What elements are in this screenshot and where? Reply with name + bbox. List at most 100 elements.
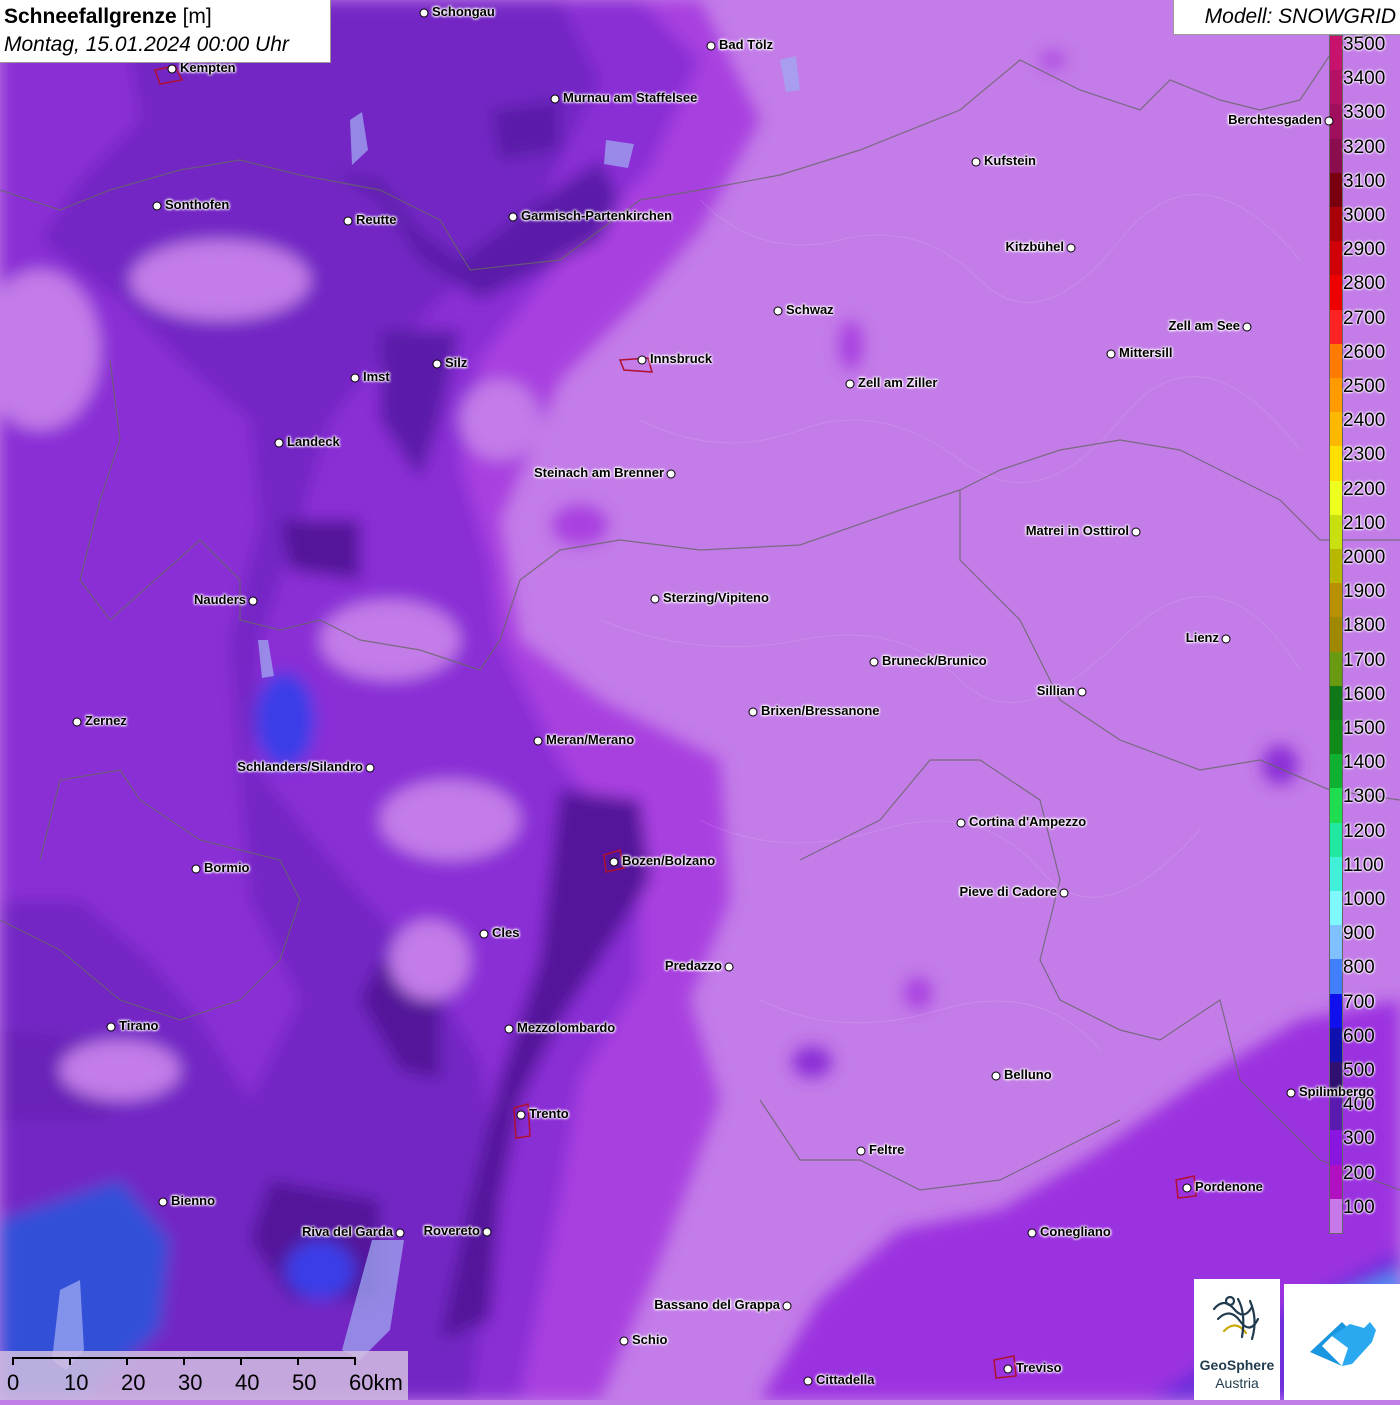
city-label: Bozen/Bolzano: [622, 853, 716, 868]
city-label: Cles: [492, 925, 520, 940]
legend-swatch: [1330, 343, 1342, 379]
city-marker[interactable]: [609, 857, 619, 867]
city-marker[interactable]: [748, 707, 758, 717]
legend-swatch: [1330, 583, 1342, 618]
city-marker[interactable]: [845, 379, 855, 389]
legend-label: 1800: [1343, 615, 1386, 637]
city-label: Lienz: [1185, 630, 1219, 645]
legend-swatch: [1330, 822, 1342, 858]
legend-label: 100: [1343, 1196, 1375, 1218]
city-label: Treviso: [1016, 1360, 1062, 1375]
city-marker[interactable]: [991, 1071, 1001, 1081]
city-marker[interactable]: [191, 864, 201, 874]
city-marker[interactable]: [706, 41, 716, 51]
city-marker[interactable]: [956, 818, 966, 828]
city-label: Bienno: [171, 1193, 216, 1208]
city-marker[interactable]: [395, 1228, 405, 1238]
city-label: Spilimbergo: [1299, 1084, 1375, 1099]
city-marker[interactable]: [619, 1336, 629, 1346]
city-marker[interactable]: [1066, 243, 1076, 253]
city-marker[interactable]: [724, 962, 734, 972]
city-marker[interactable]: [533, 736, 543, 746]
city-label: Predazzo: [664, 958, 722, 973]
legend-swatch: [1330, 925, 1342, 960]
city-marker[interactable]: [803, 1376, 813, 1386]
geosphere-logo-line1: GeoSphere: [1199, 1357, 1275, 1373]
city-marker[interactable]: [504, 1024, 514, 1034]
city-marker[interactable]: [869, 657, 879, 667]
legend-swatch: [1330, 378, 1342, 413]
city-label: Berchtesgaden: [1228, 112, 1322, 127]
city-marker[interactable]: [550, 94, 560, 104]
legend-label: 1300: [1343, 786, 1386, 808]
legend-swatch: [1330, 1164, 1342, 1200]
legend-swatch: [1330, 549, 1342, 584]
city-marker[interactable]: [1027, 1228, 1037, 1238]
legend-swatch: [1330, 1027, 1342, 1063]
city-marker[interactable]: [516, 1110, 526, 1120]
city-marker[interactable]: [856, 1146, 866, 1156]
legend-swatch: [1330, 959, 1342, 995]
city-marker[interactable]: [1003, 1364, 1013, 1374]
legend-swatch: [1330, 207, 1342, 242]
city-label: Innsbruck: [650, 351, 713, 366]
city-label: Schio: [632, 1332, 668, 1347]
city-label: Riva del Garda: [301, 1224, 393, 1239]
geosphere-logo[interactable]: GeoSphere Austria: [1194, 1279, 1280, 1400]
city-marker[interactable]: [343, 216, 353, 226]
legend-label: 700: [1343, 991, 1375, 1013]
app-logo[interactable]: [1284, 1284, 1400, 1400]
city-marker[interactable]: [72, 717, 82, 727]
city-marker[interactable]: [248, 596, 258, 606]
legend-swatch: [1330, 891, 1342, 926]
city-marker[interactable]: [1182, 1183, 1192, 1193]
city-marker[interactable]: [1077, 687, 1087, 697]
city-marker[interactable]: [106, 1022, 116, 1032]
city-marker[interactable]: [350, 373, 360, 383]
city-marker[interactable]: [1324, 116, 1334, 126]
city-marker[interactable]: [482, 1227, 492, 1237]
city-marker[interactable]: [637, 355, 647, 365]
legend-label: 1200: [1343, 820, 1386, 842]
legend-label: 900: [1343, 923, 1375, 945]
city-marker[interactable]: [274, 438, 284, 448]
city-marker[interactable]: [419, 8, 429, 18]
city-marker[interactable]: [1221, 634, 1231, 644]
city-marker[interactable]: [432, 359, 442, 369]
app-logo-icon: [1310, 1322, 1376, 1366]
city-marker[interactable]: [1286, 1088, 1296, 1098]
city-marker[interactable]: [158, 1197, 168, 1207]
legend-swatch: [1330, 241, 1342, 276]
scale-label: 20: [121, 1370, 146, 1395]
legend-label: 2900: [1343, 239, 1386, 261]
city-marker[interactable]: [1131, 527, 1141, 537]
city-label: Brixen/Bressanone: [761, 703, 880, 718]
legend-swatch: [1330, 1198, 1342, 1234]
city-marker[interactable]: [508, 212, 518, 222]
city-marker[interactable]: [167, 64, 177, 74]
city-marker[interactable]: [365, 763, 375, 773]
legend-label: 800: [1343, 957, 1375, 979]
legend-swatch: [1330, 36, 1342, 71]
city-label: Pieve di Cadore: [959, 884, 1057, 899]
city-marker[interactable]: [1242, 322, 1252, 332]
legend-label: 3100: [1343, 170, 1386, 192]
city-marker[interactable]: [773, 306, 783, 316]
city-marker[interactable]: [479, 929, 489, 939]
legend-swatch: [1330, 172, 1342, 208]
city-marker[interactable]: [782, 1301, 792, 1311]
scale-tick: [297, 1357, 299, 1365]
legend-label: 3400: [1343, 68, 1386, 90]
legend-label: 2200: [1343, 478, 1386, 500]
city-label: Mezzolombardo: [517, 1020, 616, 1035]
city-label: Kempten: [180, 60, 236, 75]
city-marker[interactable]: [666, 469, 676, 479]
city-marker[interactable]: [1059, 888, 1069, 898]
city-marker[interactable]: [1106, 349, 1116, 359]
model-label-box: Modell: SNOWGRID: [1173, 0, 1400, 35]
city-marker[interactable]: [650, 594, 660, 604]
city-marker[interactable]: [152, 201, 162, 211]
city-marker[interactable]: [971, 157, 981, 167]
city-label: Rovereto: [423, 1223, 480, 1238]
legend-swatch: [1330, 275, 1342, 311]
